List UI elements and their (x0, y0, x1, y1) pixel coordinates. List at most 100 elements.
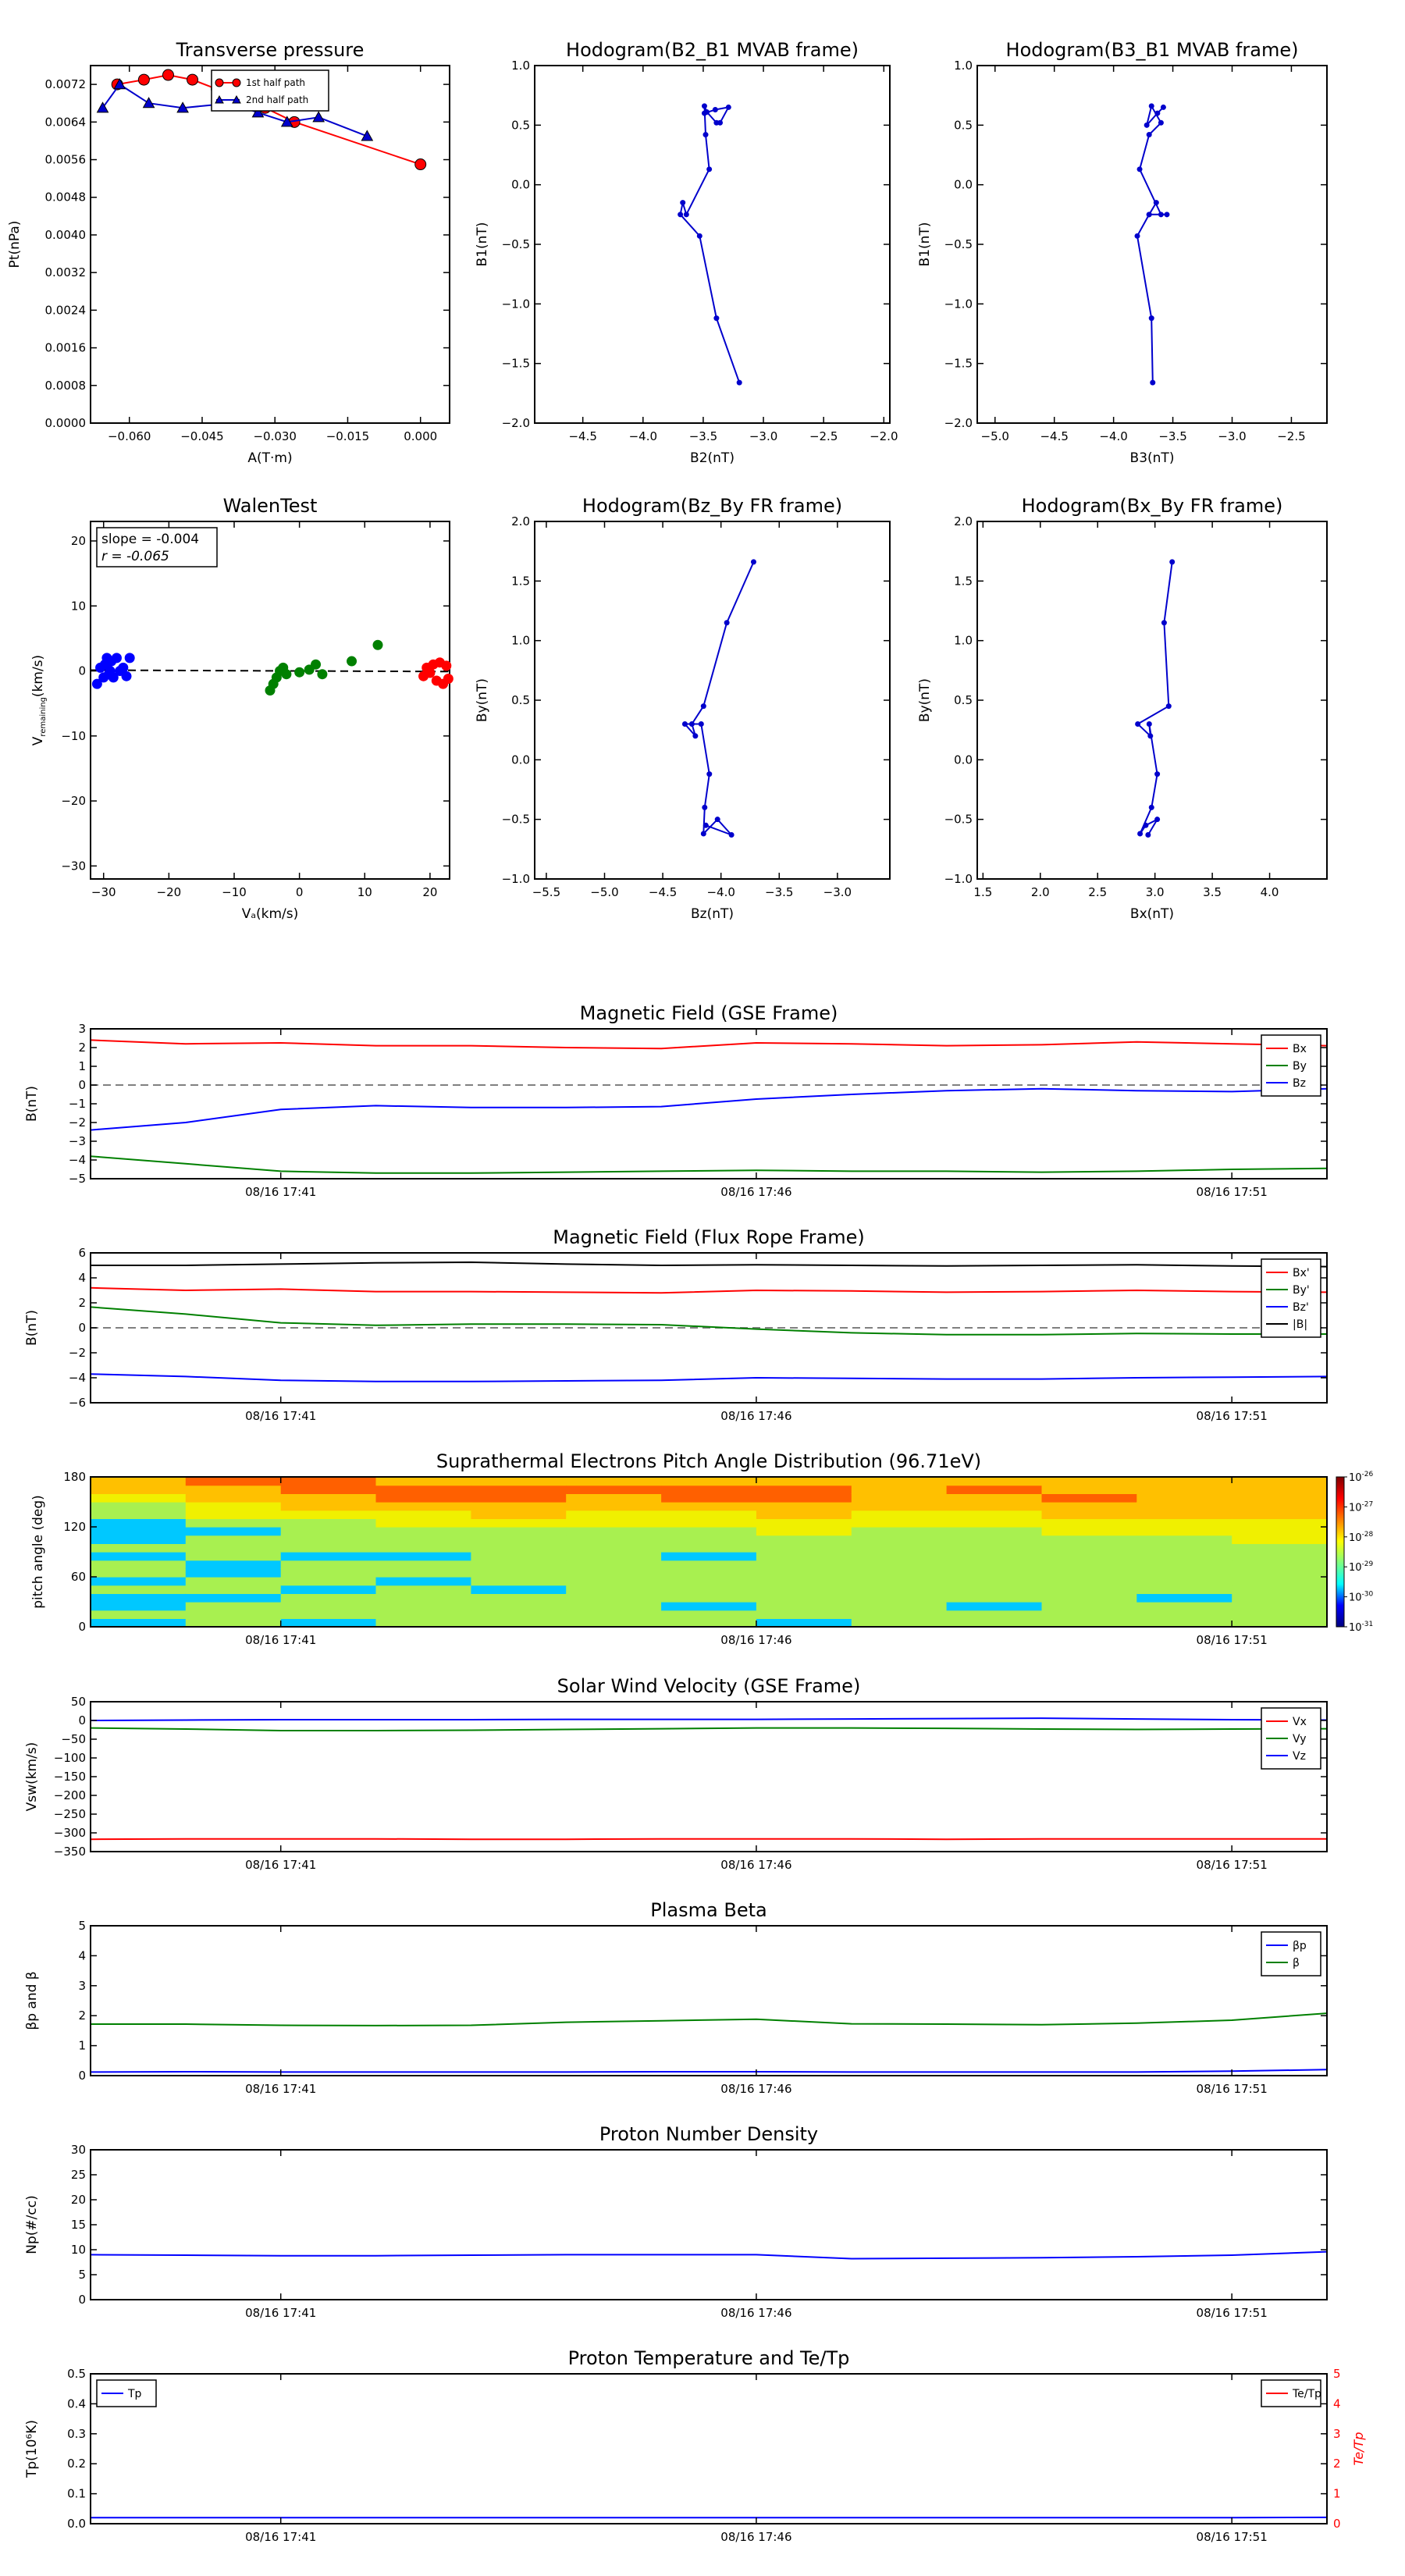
heatmap-cell (946, 1593, 1042, 1603)
scatter-point (111, 653, 122, 664)
heatmap-cell (280, 1535, 377, 1544)
y2-tick-label: 5 (1333, 2367, 1341, 2381)
heatmap-cell (185, 1510, 282, 1519)
x-tick-label: −4.5 (1040, 429, 1068, 443)
hodogram-point (1154, 817, 1161, 823)
y-tick-label: 0.2 (67, 2457, 86, 2471)
hodogram-point (750, 559, 756, 565)
hodogram-line (1136, 561, 1173, 836)
hodogram-point (680, 200, 686, 206)
scatter-point (124, 653, 135, 664)
chart-beta: Plasma Beta 08/16 17:41 08/16 17:46 08/16 1… (24, 1899, 1328, 2096)
legend-marker (232, 78, 241, 87)
heatmap-cell (185, 1543, 282, 1553)
heatmap-cell (471, 1535, 567, 1544)
heatmap-cell (280, 1585, 377, 1594)
heatmap-cell (471, 1560, 567, 1569)
heatmap-cell (91, 1602, 187, 1611)
hodogram-point (1164, 212, 1170, 218)
plot-frame (976, 521, 1328, 880)
heatmap-cell (91, 1527, 187, 1536)
legend-label: βp (1293, 1940, 1307, 1952)
colorbar-tick-base: 10 (1349, 1502, 1362, 1514)
legend-label: Bx (1293, 1043, 1307, 1055)
y-tick-label: 0.0056 (45, 153, 87, 167)
legend-label: β (1293, 1957, 1300, 1969)
hodogram-point (688, 721, 695, 728)
hodogram-point (692, 733, 699, 739)
y-tick-label: −50 (61, 1732, 86, 1746)
heatmap-cell (1041, 1493, 1137, 1503)
y-tick-label: 0.0072 (45, 77, 87, 91)
heatmap-cell (661, 1577, 757, 1586)
data-point (162, 69, 174, 81)
y-tick-label: 0 (78, 2293, 86, 2307)
hodogram-point (702, 822, 709, 828)
heatmap-cell (756, 1585, 852, 1594)
scatter-point (294, 667, 305, 678)
heatmap-cell (1041, 1477, 1137, 1486)
y-tick-label: −4 (69, 1371, 86, 1385)
hodogram-point (728, 832, 735, 838)
y-tick-label: 0 (78, 1078, 86, 1092)
y-tick-label: −1.0 (502, 872, 530, 886)
y-tick-label: 0 (78, 2069, 86, 2083)
heatmap-cell (1041, 1502, 1137, 1511)
colorbar-tick-label: 10-26 (1349, 1471, 1374, 1484)
heatmap-cell (375, 1577, 471, 1586)
heatmap-cell (1232, 1535, 1328, 1544)
y-tick-label: 10 (71, 599, 86, 613)
heatmap-cell (471, 1618, 567, 1628)
y-tick-label: 1.0 (954, 59, 973, 73)
hodogram-point (1154, 771, 1161, 777)
heatmap-cell (566, 1518, 662, 1528)
heatmap-cell (851, 1518, 948, 1528)
series-line (90, 2069, 1328, 2073)
scatter-point (425, 667, 436, 678)
legend-label: Bz' (1293, 1301, 1309, 1314)
plot-frame (90, 1701, 1328, 1852)
heatmap-cell (91, 1610, 187, 1619)
heatmap-cell (851, 1610, 948, 1619)
chart-title: Hodogram(B3_B1 MVAB frame) (1006, 39, 1299, 61)
y-tick-label: −30 (61, 859, 86, 873)
heatmap-cell (1136, 1610, 1232, 1619)
y-axis-label-sub: remaining (39, 697, 48, 737)
hodogram-point (714, 817, 720, 823)
legend-label: Vy (1293, 1733, 1307, 1745)
y-tick-label: 0.0008 (45, 379, 87, 393)
heatmap-cell (375, 1585, 471, 1594)
heatmap-cell (946, 1602, 1042, 1611)
scatter-point (443, 674, 454, 685)
heatmap-cell (280, 1477, 377, 1486)
heatmap-cell (1232, 1602, 1328, 1611)
y-tick-label: 5 (78, 2268, 86, 2282)
x-tick-label: 08/16 17:51 (1197, 1409, 1268, 1423)
hodogram-point (1165, 703, 1172, 710)
heatmap-cell (471, 1518, 567, 1528)
series-line (90, 1087, 1328, 1131)
x-axis-label: B2(nT) (690, 450, 735, 466)
heatmap-cell (1041, 1602, 1137, 1611)
heatmap-cell (566, 1485, 662, 1494)
y-tick-label: 1 (78, 2039, 86, 2053)
heatmap-cell (946, 1543, 1042, 1553)
x-tick-label: 08/16 17:41 (245, 1185, 316, 1199)
x-tick-label: 08/16 17:46 (720, 1633, 791, 1647)
heatmap-cell (851, 1510, 948, 1519)
heatmap-cell (566, 1543, 662, 1553)
heatmap-cell (375, 1510, 471, 1519)
colorbar-tick-label: 10-29 (1349, 1560, 1374, 1574)
x-tick-label: 08/16 17:46 (720, 2306, 791, 2320)
heatmap-cell (1136, 1527, 1232, 1536)
y-axis-label: Vremaining(km/s) (30, 655, 48, 745)
x-tick-label: 0.000 (404, 429, 437, 443)
heatmap-cell (375, 1610, 471, 1619)
series-line (90, 1373, 1328, 1382)
heatmap-cell (375, 1527, 471, 1536)
x-tick-label: 08/16 17:46 (720, 1185, 791, 1199)
y-tick-label: 1.0 (511, 59, 530, 73)
colorbar-tick-label: 10-27 (1349, 1500, 1373, 1514)
x-tick-label: −3.5 (765, 885, 793, 899)
y-tick-label: −1.5 (944, 357, 973, 371)
